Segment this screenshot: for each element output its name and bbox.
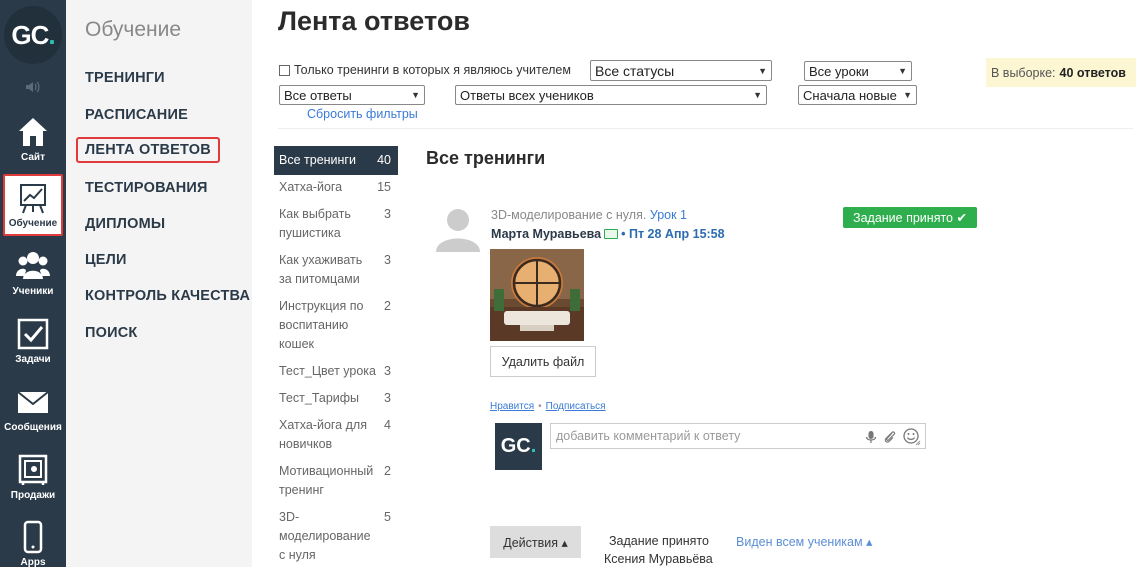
training-item[interactable]: Как ухаживать за питомцами 3: [274, 251, 398, 289]
subscribe-link[interactable]: Подписаться: [546, 401, 606, 412]
checkbox-label: Только тренинги в которых я являюсь учит…: [294, 63, 571, 77]
chevron-down-icon: ▼: [758, 65, 767, 76]
paperclip-icon[interactable]: [883, 430, 897, 444]
actions-button[interactable]: Действия ▴: [490, 526, 581, 558]
icon-rail: GC. Сайт Обучение Ученики Задачи Сообщен…: [0, 0, 66, 567]
training-item[interactable]: Инструкция по воспитанию кошек 2: [274, 297, 398, 354]
phone-icon: [23, 520, 43, 554]
chevron-down-icon: ▼: [753, 90, 762, 100]
checkbox-box[interactable]: [279, 64, 290, 76]
training-item[interactable]: Тест_Тарифы 3: [274, 389, 398, 408]
app-root: GC. Сайт Обучение Ученики Задачи Сообщен…: [0, 0, 1140, 567]
delete-file-button[interactable]: Удалить файл: [490, 346, 596, 377]
rail-item-sales[interactable]: Продажи: [0, 444, 66, 510]
rail-item-messages[interactable]: Сообщения: [0, 376, 66, 442]
answers-select[interactable]: Все ответы ▼: [279, 85, 425, 105]
like-subscribe-links: Нравится • Подписаться: [490, 401, 606, 412]
students-select[interactable]: Ответы всех учеников ▼: [455, 85, 767, 105]
reset-filters-link[interactable]: Сбросить фильтры: [307, 107, 418, 121]
training-list: Все тренинги 40 Хатха-йога 15 Как выбрать …: [274, 146, 398, 565]
subnav-item-trainings[interactable]: ТРЕНИНГИ: [85, 70, 165, 86]
rail-item-site[interactable]: Сайт: [0, 106, 66, 172]
home-icon: [19, 118, 47, 146]
training-item[interactable]: Как выбрать пушистика 3: [274, 205, 398, 243]
section-title: Все тренинги: [426, 148, 546, 168]
footer-status-author: Ксения Муравьёва: [604, 552, 713, 566]
like-link[interactable]: Нравится: [490, 401, 534, 412]
subnav-item-testing[interactable]: ТЕСТИРОВАНИЯ: [85, 180, 208, 196]
chart-board-icon: [20, 184, 46, 214]
lesson-link[interactable]: Урок 1: [650, 208, 687, 222]
rail-item-tasks[interactable]: Задачи: [0, 308, 66, 374]
safe-icon: [18, 454, 48, 485]
training-item[interactable]: Все тренинги 40: [274, 146, 398, 175]
status-badge[interactable]: Задание принято ✔: [843, 207, 977, 228]
users-icon: [16, 252, 50, 279]
emoji-icon[interactable]: [903, 428, 921, 446]
checkbox-icon: [17, 318, 49, 350]
rail-item-learning[interactable]: Обучение: [3, 174, 63, 236]
chevron-down-icon: ▼: [411, 90, 420, 100]
subnav-item-quality-control[interactable]: КОНТРОЛЬ КАЧЕСТВА: [85, 288, 250, 304]
answer-date[interactable]: • Пт 28 Апр 15:58: [621, 227, 724, 241]
learning-subnav: Обучение ТРЕНИНГИ РАСПИСАНИЕ ЛЕНТА ОТВЕТ…: [66, 0, 252, 567]
visibility-dropdown[interactable]: Виден всем ученикам ▴: [736, 534, 872, 549]
page-title: Лента ответов: [278, 6, 470, 36]
attachment-thumbnail[interactable]: [490, 249, 584, 341]
author-name[interactable]: Марта Муравьева: [491, 227, 601, 241]
subnav-title: Обучение: [85, 18, 182, 41]
microphone-icon[interactable]: [865, 430, 877, 444]
rail-item-students[interactable]: Ученики: [0, 240, 66, 306]
sound-icon[interactable]: [0, 74, 66, 100]
sort-select[interactable]: Сначала новые ▼: [798, 85, 917, 105]
answer-lesson: 3D-моделирование с нуля. Урок 1: [491, 208, 687, 222]
answer-author: Марта Муравьева • Пт 28 Апр 15:58: [491, 227, 725, 241]
user-avatar-placeholder: [436, 209, 480, 252]
subnav-item-search[interactable]: ПОИСК: [85, 325, 137, 341]
teacher-only-checkbox[interactable]: Только тренинги в которых я являюсь учит…: [279, 63, 571, 77]
subnav-item-diplomas[interactable]: ДИПЛОМЫ: [85, 216, 165, 232]
payment-icon: [604, 229, 619, 239]
training-item[interactable]: Хатха-йога для новичков 4: [274, 416, 398, 454]
logo[interactable]: GC.: [0, 0, 66, 70]
logo-mark: GC.: [4, 6, 62, 64]
divider: [278, 128, 1133, 129]
training-item[interactable]: Хатха-йога 15: [274, 178, 398, 197]
chevron-down-icon: ▼: [898, 66, 907, 76]
rail-item-apps[interactable]: Apps: [0, 511, 66, 567]
status-select[interactable]: Все статусы ▼: [590, 60, 772, 81]
training-item[interactable]: Тест_Цвет урока 3: [274, 362, 398, 381]
lessons-select[interactable]: Все уроки ▼: [804, 61, 912, 81]
selection-count: В выборке: 40 ответов: [986, 58, 1136, 87]
commenter-avatar: GC.: [495, 423, 542, 470]
training-item[interactable]: 3D-моделирование с нуля 5: [274, 508, 398, 565]
subnav-item-goals[interactable]: ЦЕЛИ: [85, 252, 127, 268]
chevron-down-icon: ▼: [903, 90, 912, 100]
envelope-icon: [17, 391, 49, 413]
footer-status: Задание принято: [609, 534, 709, 548]
training-item[interactable]: Мотивационный тренинг 2: [274, 462, 398, 500]
subnav-item-answers-feed[interactable]: ЛЕНТА ОТВЕТОВ: [76, 137, 220, 163]
subnav-item-schedule[interactable]: РАСПИСАНИЕ: [85, 107, 188, 123]
comment-input[interactable]: добавить комментарий к ответу: [550, 423, 926, 449]
